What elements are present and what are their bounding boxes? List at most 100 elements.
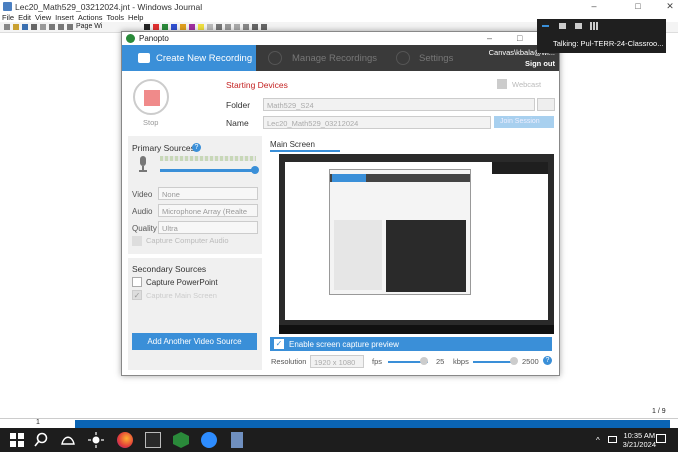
page-down-icon[interactable] <box>261 24 267 30</box>
meeting-notification[interactable]: Talking: Pul-TERR-24-Classroo... <box>537 19 666 53</box>
capture-computer-audio-label: Capture Computer Audio <box>146 236 229 245</box>
audio-gain-slider[interactable] <box>160 166 259 174</box>
cut-icon[interactable] <box>40 24 46 30</box>
kbps-slider-knob[interactable] <box>510 357 518 365</box>
preview-nested-preview <box>386 220 466 292</box>
menu-edit[interactable]: Edit <box>18 13 31 22</box>
maximize-icon[interactable]: □ <box>632 1 644 11</box>
pen-black-icon[interactable] <box>144 24 150 30</box>
eraser-icon[interactable] <box>207 24 213 30</box>
capture-computer-audio-checkbox[interactable] <box>132 236 142 246</box>
widgets-icon[interactable] <box>60 432 76 448</box>
undo-icon[interactable] <box>58 24 64 30</box>
panopto-minimize-icon[interactable]: – <box>487 33 492 43</box>
enable-preview-checkbox[interactable]: ✓ <box>274 339 284 349</box>
slider-knob[interactable] <box>251 166 259 174</box>
microphone-icon <box>139 156 147 172</box>
join-session-button[interactable]: Join Session <box>494 116 554 128</box>
screen-icon[interactable] <box>559 23 566 29</box>
encoding-settings-row: Resolution 1920 x 1080 fps 25 kbps 2500 … <box>270 355 552 369</box>
minimize-bar-icon[interactable] <box>542 25 549 27</box>
copy-icon[interactable] <box>49 24 55 30</box>
folder-dropdown-button[interactable] <box>537 98 555 111</box>
name-label: Name <box>226 118 249 128</box>
taskbar-clock[interactable]: 10:35 AM 3/21/2024 <box>623 431 656 449</box>
panopto-title: Panopto <box>139 34 169 43</box>
capture-powerpoint-checkbox[interactable] <box>132 277 142 287</box>
capture-computer-audio-option[interactable]: Capture Computer Audio <box>132 236 229 246</box>
menu-view[interactable]: View <box>35 13 51 22</box>
save-icon[interactable] <box>22 24 28 30</box>
enable-preview-option[interactable]: ✓ Enable screen capture preview <box>270 337 552 351</box>
panopto-maximize-icon[interactable]: □ <box>517 33 522 43</box>
pen-blue-icon[interactable] <box>171 24 177 30</box>
layout-icon[interactable] <box>575 23 582 29</box>
audio-label: Audio <box>132 207 153 216</box>
resolution-field[interactable]: 1920 x 1080 <box>310 355 364 368</box>
pen-green-icon[interactable] <box>162 24 168 30</box>
zoom-icon[interactable] <box>201 432 217 448</box>
menu-tools[interactable]: Tools <box>107 13 125 22</box>
insert-space-icon[interactable] <box>234 24 240 30</box>
windows-start-icon[interactable] <box>9 432 25 448</box>
page-scroll-bar[interactable] <box>75 420 670 428</box>
webcast-option[interactable]: Webcast <box>497 79 541 89</box>
search-icon[interactable] <box>33 432 49 448</box>
text-tool-icon[interactable] <box>225 24 231 30</box>
video-select[interactable]: None <box>158 187 258 200</box>
clock-time: 10:35 AM <box>623 431 656 440</box>
tab-manage-recordings[interactable]: Manage Recordings <box>292 53 377 64</box>
encoding-help-icon[interactable]: ? <box>543 356 552 365</box>
folder-field[interactable]: Math529_S24 <box>263 98 535 111</box>
menu-file[interactable]: File <box>2 13 14 22</box>
firefox-icon[interactable] <box>117 432 133 448</box>
highlighter-icon[interactable] <box>198 24 204 30</box>
audio-select[interactable]: Microphone Array (Realte <box>158 204 258 217</box>
fps-slider-knob[interactable] <box>420 357 428 365</box>
tray-chevron-icon[interactable]: ^ <box>596 436 600 445</box>
open-icon[interactable] <box>13 24 19 30</box>
weather-icon[interactable] <box>88 432 104 448</box>
zoom-icon[interactable] <box>243 24 249 30</box>
capture-main-screen-checkbox[interactable]: ✓ <box>132 290 142 300</box>
pen-purple-icon[interactable] <box>189 24 195 30</box>
terminal-icon[interactable] <box>145 432 161 448</box>
sign-out-link[interactable]: Sign out <box>489 58 555 69</box>
page-up-icon[interactable] <box>252 24 258 30</box>
stop-button[interactable] <box>133 79 169 115</box>
resolution-label: Resolution <box>271 357 307 366</box>
journal-taskbar-icon[interactable] <box>231 432 243 448</box>
enable-preview-label: Enable screen capture preview <box>289 340 399 349</box>
preview-taskbar <box>279 325 554 334</box>
add-video-source-button[interactable]: Add Another Video Source <box>132 333 257 350</box>
name-field[interactable]: Lec20_Math529_03212024 <box>263 116 491 129</box>
menu-help[interactable]: Help <box>128 13 143 22</box>
preview-nested-window <box>329 169 471 295</box>
pen-red-icon[interactable] <box>153 24 159 30</box>
selection-icon[interactable] <box>216 24 222 30</box>
stop-icon <box>144 90 160 106</box>
minimize-icon[interactable]: – <box>588 1 600 11</box>
quality-select[interactable]: Ultra <box>158 221 258 234</box>
close-icon[interactable]: ✕ <box>664 1 676 12</box>
menu-actions[interactable]: Actions <box>78 13 103 22</box>
pen-orange-icon[interactable] <box>180 24 186 30</box>
primary-sources-panel: Primary Sources ? Video None Audio Micro… <box>128 136 262 254</box>
network-icon[interactable] <box>608 436 617 443</box>
panopto-taskbar-icon[interactable] <box>173 432 189 448</box>
page-width-dropdown[interactable]: Page Wi <box>76 23 102 30</box>
secondary-sources-panel: Secondary Sources Capture PowerPoint ✓ C… <box>128 258 262 370</box>
tab-create-new-recording[interactable]: Create New Recording <box>122 45 256 71</box>
main-screen-tab[interactable]: Main Screen <box>270 140 315 149</box>
capture-powerpoint-label: Capture PowerPoint <box>146 278 218 287</box>
kbps-slider[interactable] <box>473 361 513 363</box>
help-icon[interactable]: ? <box>192 143 201 152</box>
webcast-checkbox[interactable] <box>497 79 507 89</box>
redo-icon[interactable] <box>67 24 73 30</box>
notifications-icon[interactable] <box>656 434 666 443</box>
menu-insert[interactable]: Insert <box>55 13 74 22</box>
tab-settings[interactable]: Settings <box>419 53 453 64</box>
new-page-icon[interactable] <box>4 24 10 30</box>
grid-icon[interactable] <box>590 22 598 30</box>
print-icon[interactable] <box>31 24 37 30</box>
